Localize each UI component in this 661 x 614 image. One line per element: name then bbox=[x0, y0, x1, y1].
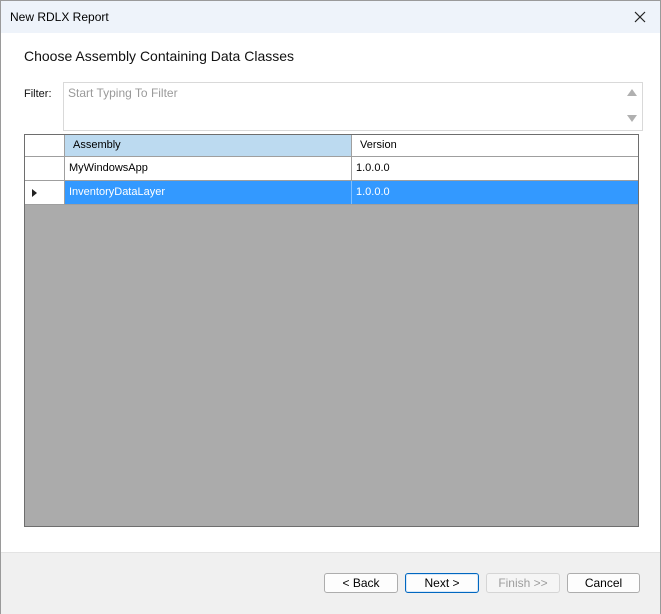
assembly-cell[interactable]: InventoryDataLayer bbox=[65, 181, 352, 204]
next-button[interactable]: Next > bbox=[405, 573, 479, 593]
wizard-window: New RDLX Report Choose Assembly Containi… bbox=[0, 0, 661, 614]
back-button[interactable]: < Back bbox=[324, 573, 398, 593]
page-heading: Choose Assembly Containing Data Classes bbox=[24, 48, 295, 64]
assembly-grid[interactable]: Assembly Version MyWindowsApp 1.0.0.0 In… bbox=[24, 134, 639, 527]
grid-header: Assembly Version bbox=[25, 135, 638, 157]
column-header-assembly[interactable]: Assembly bbox=[65, 135, 352, 156]
row-header[interactable] bbox=[25, 181, 65, 204]
version-cell[interactable]: 1.0.0.0 bbox=[352, 157, 638, 180]
window-title: New RDLX Report bbox=[10, 10, 109, 24]
scroll-down-arrow-icon[interactable] bbox=[627, 115, 637, 122]
filter-box bbox=[63, 82, 643, 131]
assembly-cell[interactable]: MyWindowsApp bbox=[65, 157, 352, 180]
filter-input[interactable] bbox=[64, 83, 619, 128]
current-row-arrow-icon bbox=[32, 189, 37, 197]
row-header-corner[interactable] bbox=[25, 135, 65, 156]
row-header[interactable] bbox=[25, 157, 65, 180]
scroll-up-arrow-icon[interactable] bbox=[627, 89, 637, 96]
version-cell[interactable]: 1.0.0.0 bbox=[352, 181, 638, 204]
title-bar: New RDLX Report bbox=[1, 1, 660, 33]
filter-scrollbar[interactable] bbox=[622, 83, 642, 128]
cancel-button[interactable]: Cancel bbox=[567, 573, 640, 593]
table-row[interactable]: MyWindowsApp 1.0.0.0 bbox=[25, 157, 638, 181]
close-icon bbox=[634, 11, 646, 23]
close-button[interactable] bbox=[620, 1, 660, 33]
column-header-version[interactable]: Version bbox=[352, 135, 638, 156]
filter-label: Filter: bbox=[24, 88, 52, 100]
finish-button: Finish >> bbox=[486, 573, 560, 593]
table-row[interactable]: InventoryDataLayer 1.0.0.0 bbox=[25, 181, 638, 205]
button-bar: < Back Next > Finish >> Cancel bbox=[1, 552, 660, 614]
